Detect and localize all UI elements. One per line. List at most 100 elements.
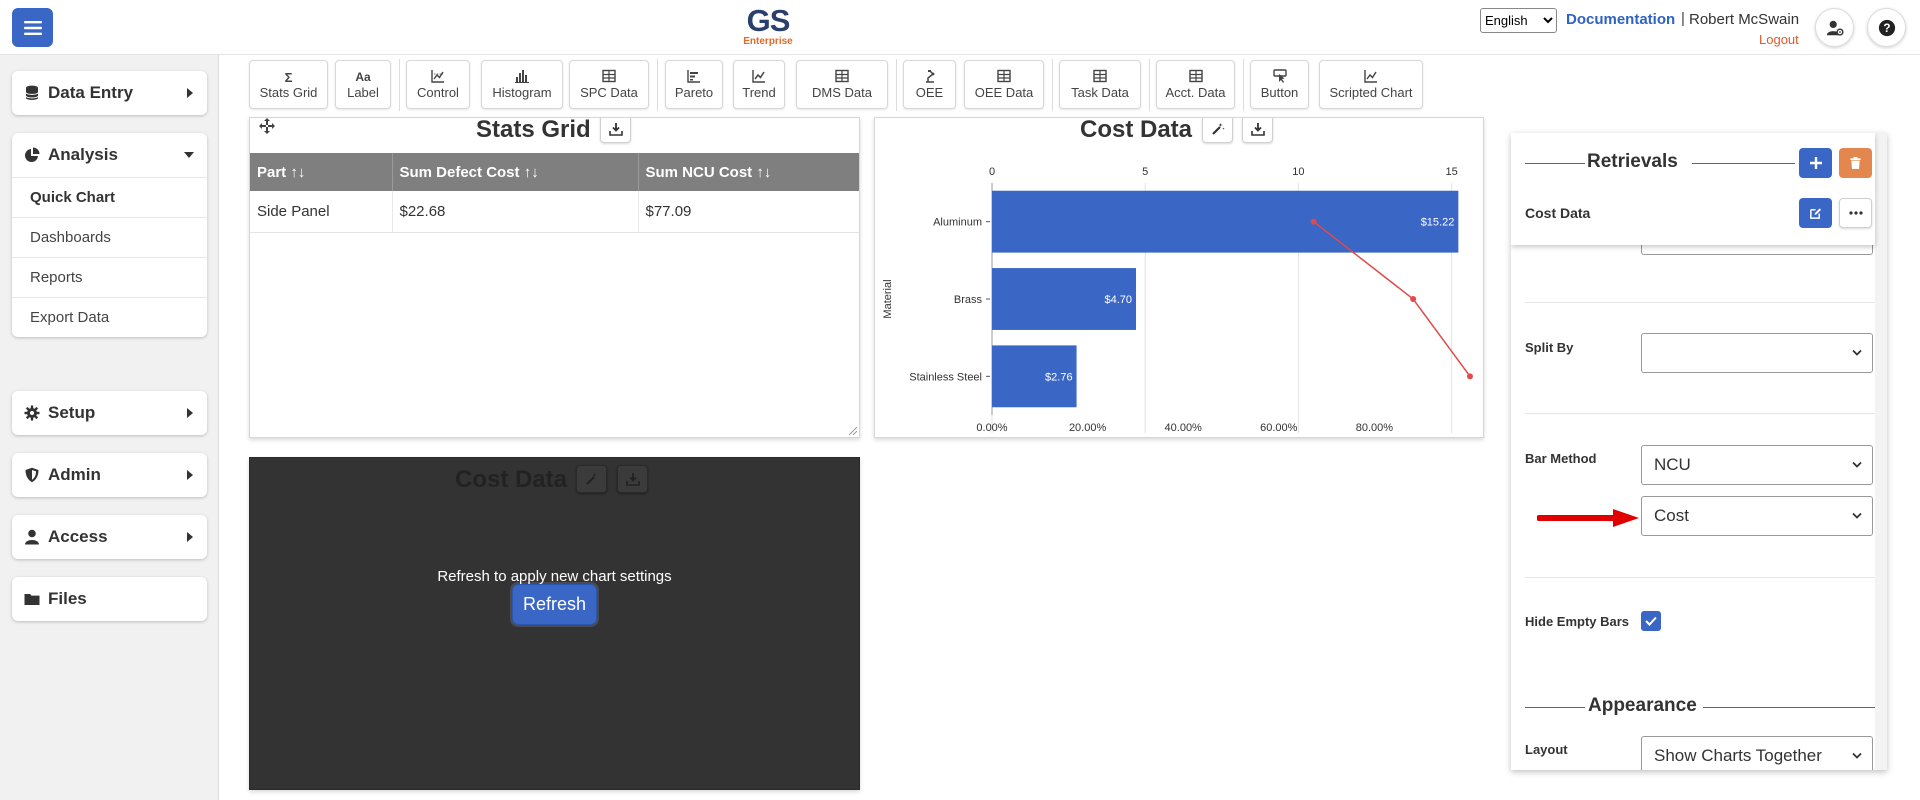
hide-empty-bars-label: Hide Empty Bars	[1525, 614, 1630, 629]
sigma-icon: Σ	[284, 69, 293, 85]
chevron-down-icon	[1852, 752, 1862, 759]
user-settings-button[interactable]	[1815, 8, 1854, 47]
logout-link[interactable]: Logout	[1759, 32, 1799, 47]
chart-settings-wand-button[interactable]	[1202, 118, 1233, 143]
appearance-line-right	[1703, 707, 1875, 708]
split-by-select[interactable]	[1641, 333, 1873, 373]
caret-right-icon	[187, 470, 193, 480]
bar-method-label: Bar Method	[1525, 451, 1597, 466]
sidebar-item-admin[interactable]: Admin	[12, 453, 207, 497]
svg-text:?: ?	[1883, 22, 1890, 35]
bar-method-secondary-select[interactable]: Cost	[1641, 496, 1873, 536]
line-chart-icon	[431, 70, 444, 83]
sidebar-item-access[interactable]: Access	[12, 515, 207, 559]
bar-method-select[interactable]: NCU	[1641, 445, 1873, 485]
divider	[1525, 413, 1875, 414]
chart-download-button[interactable]	[1242, 118, 1273, 143]
move-arrows-icon[interactable]	[259, 118, 275, 134]
x-tick-label: 5	[1142, 166, 1148, 178]
table-cell: $22.68	[392, 191, 639, 233]
sidebar-item-analysis[interactable]: Analysis	[12, 133, 207, 177]
refresh-panel-wand-button[interactable]	[576, 465, 607, 493]
documentation-link[interactable]: Documentation	[1566, 11, 1675, 28]
toolbar-oee-data-button[interactable]: OEE Data	[964, 60, 1044, 109]
secondary-tick-label: 60.00%	[1260, 422, 1298, 434]
toolbar-pareto-button[interactable]: Pareto	[665, 60, 723, 109]
toolbar-control-button[interactable]: Control	[406, 60, 470, 109]
toolbar-dms-data-button[interactable]: DMS Data	[796, 60, 888, 109]
refresh-panel-download-button[interactable]	[617, 465, 648, 493]
secondary-tick-label: 20.00%	[1069, 422, 1107, 434]
cumulative-point	[1310, 218, 1317, 225]
hamburger-menu-button[interactable]	[12, 8, 53, 47]
toolbar-stats-grid-button[interactable]: Σ Stats Grid	[249, 60, 328, 109]
stats-grid-panel: Stats Grid Part ↑↓ Sum Defect Cost ↑↓ Su…	[249, 117, 860, 438]
category-label: Aluminum	[933, 217, 982, 229]
sidebar-label-analysis: Analysis	[48, 145, 118, 164]
hide-empty-bars-checkbox[interactable]	[1641, 611, 1661, 631]
sidebar-label-data-entry: Data Entry	[48, 83, 134, 102]
toolbar-spc-data-button[interactable]: SPC Data	[569, 60, 649, 109]
chart-toolbar: Σ Stats Grid Aa Label Control Histogram …	[219, 55, 1920, 117]
delete-retrieval-button[interactable]	[1839, 148, 1872, 178]
edit-icon	[1810, 207, 1822, 219]
toolbar-label-button[interactable]: Aa Label	[335, 60, 391, 109]
caret-right-icon	[187, 532, 193, 542]
refresh-button[interactable]: Refresh	[512, 584, 597, 625]
hamburger-icon	[23, 20, 42, 35]
column-header-sum-defect-cost[interactable]: Sum Defect Cost ↑↓	[392, 153, 639, 191]
language-select[interactable]: English	[1480, 8, 1557, 33]
sort-icon: ↑↓	[290, 163, 306, 181]
chart-settings-panel: Split By Bar Method NCU Cost Hide Empty …	[1511, 133, 1887, 770]
bar-data-label: $2.76	[1045, 371, 1073, 383]
divider	[1525, 302, 1875, 303]
sidebar-label-setup: Setup	[48, 403, 96, 422]
ellipsis-icon	[1848, 211, 1863, 215]
scripted-chart-icon	[1364, 70, 1377, 83]
stats-grid-download-button[interactable]	[600, 118, 631, 143]
sidebar-item-data-entry[interactable]: Data Entry	[12, 71, 207, 115]
toolbar-scripted-chart-button[interactable]: Scripted Chart	[1319, 60, 1423, 109]
top-bar: GS Enterprise English Documentation | Ro…	[0, 0, 1920, 55]
sidebar-item-quick-chart[interactable]: Quick Chart	[12, 177, 207, 217]
resize-handle-icon[interactable]	[849, 427, 857, 435]
toolbar-oee-button[interactable]: OEE	[903, 60, 956, 109]
appearance-line-left	[1525, 707, 1585, 708]
stats-grid-table: Part ↑↓ Sum Defect Cost ↑↓ Sum NCU Cost …	[250, 153, 859, 233]
cumulative-point	[1410, 296, 1417, 302]
column-header-sum-ncu-cost[interactable]: Sum NCU Cost ↑↓	[638, 153, 859, 191]
category-label: Stainless Steel	[909, 371, 982, 383]
toolbar-trend-button[interactable]: Trend	[733, 60, 785, 109]
robot-arm-icon	[925, 70, 934, 83]
secondary-tick-label: 0.00%	[976, 422, 1007, 434]
trash-icon	[1850, 156, 1861, 170]
table-icon	[835, 69, 849, 83]
column-header-part[interactable]: Part ↑↓	[250, 153, 393, 191]
settings-scrollbar[interactable]	[1875, 133, 1887, 770]
add-retrieval-button[interactable]	[1799, 148, 1832, 178]
table-icon	[997, 69, 1011, 83]
toolbar-task-data-button[interactable]: Task Data	[1059, 60, 1141, 109]
toolbar-divider	[657, 59, 658, 111]
appearance-title: Appearance	[1588, 695, 1697, 716]
help-button[interactable]: ?	[1867, 8, 1906, 47]
toolbar-button-button[interactable]: Button	[1250, 60, 1309, 109]
magic-wand-icon	[1211, 123, 1225, 135]
toolbar-divider	[896, 59, 897, 111]
folder-icon	[24, 594, 40, 605]
header-separator: |	[1681, 10, 1685, 27]
layout-select[interactable]: Show Charts Together	[1641, 736, 1873, 770]
retrieval-more-button[interactable]	[1839, 198, 1872, 228]
sidebar-item-reports[interactable]: Reports	[12, 257, 207, 297]
divider	[1525, 577, 1875, 578]
app-logo: GS Enterprise	[743, 3, 793, 47]
sidebar-item-setup[interactable]: Setup	[12, 391, 207, 435]
toolbar-divider	[1052, 59, 1053, 111]
sidebar-item-export-data[interactable]: Export Data	[12, 297, 207, 337]
sidebar-item-dashboards[interactable]: Dashboards	[12, 217, 207, 257]
toolbar-acct-data-button[interactable]: Acct. Data	[1156, 60, 1235, 109]
sidebar-item-files[interactable]: Files	[12, 577, 207, 621]
toolbar-histogram-button[interactable]: Histogram	[481, 60, 563, 109]
table-cell: $77.09	[638, 191, 859, 233]
edit-retrieval-button[interactable]	[1799, 198, 1832, 228]
